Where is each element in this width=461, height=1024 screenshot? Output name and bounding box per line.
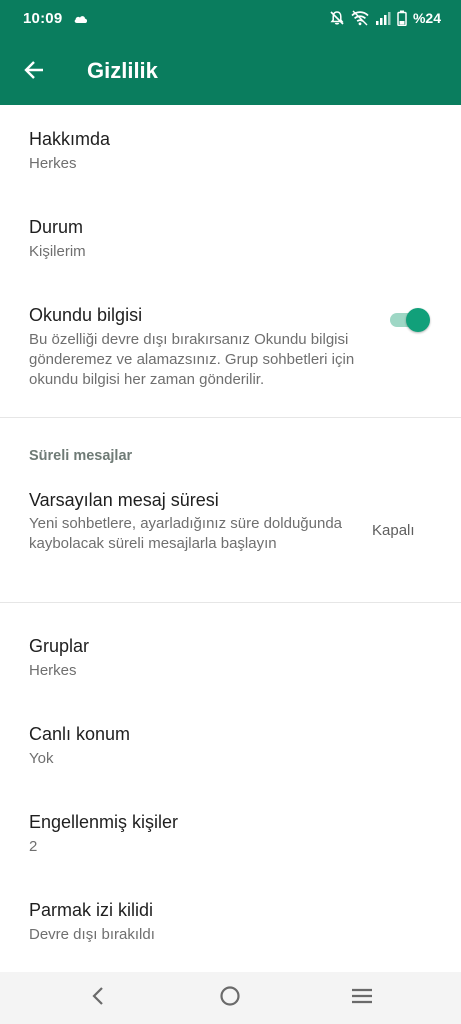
setting-read-receipts[interactable]: Okundu bilgisi Bu özelliği devre dışı bı… bbox=[0, 281, 461, 417]
setting-fingerprint-lock[interactable]: Parmak izi kilidi Devre dışı bırakıldı bbox=[0, 891, 461, 972]
setting-status[interactable]: Durum Kişilerim bbox=[0, 193, 461, 281]
setting-read-receipts-description: Bu özelliği devre dışı bırakırsanız Okun… bbox=[29, 331, 355, 388]
signal-icon bbox=[375, 10, 391, 26]
divider bbox=[0, 417, 461, 418]
setting-groups-title: Gruplar bbox=[29, 636, 90, 656]
setting-live-location-value: Yok bbox=[29, 750, 54, 767]
status-icons: %24 bbox=[329, 8, 441, 28]
cloud-icon bbox=[73, 10, 89, 26]
toolbar: Gizlilik bbox=[0, 38, 461, 105]
back-nav-icon bbox=[90, 986, 106, 1011]
setting-default-timer-title: Varsayılan mesaj süresi bbox=[29, 490, 219, 510]
nav-home-button[interactable] bbox=[216, 984, 244, 1012]
section-header-disappearing: Süreli mesajlar bbox=[29, 448, 133, 464]
back-button[interactable] bbox=[14, 52, 54, 92]
setting-groups-value: Herkes bbox=[29, 662, 77, 679]
setting-fingerprint-lock-title: Parmak izi kilidi bbox=[29, 900, 154, 920]
settings-list: Hakkımda Herkes Durum Kişilerim Okundu b… bbox=[0, 105, 461, 972]
read-receipts-toggle[interactable] bbox=[388, 306, 430, 334]
app-header: 10:09 %24 Gizlilik bbox=[0, 0, 461, 105]
status-bar: 10:09 %24 bbox=[0, 0, 461, 38]
setting-about-value: Herkes bbox=[29, 155, 77, 172]
nav-menu-button[interactable] bbox=[348, 984, 376, 1012]
setting-default-timer[interactable]: Varsayılan mesaj süresi Yeni sohbetlere,… bbox=[0, 475, 461, 602]
setting-about[interactable]: Hakkımda Herkes bbox=[0, 105, 461, 193]
setting-groups[interactable]: Gruplar Herkes bbox=[0, 627, 461, 715]
setting-status-value: Kişilerim bbox=[29, 243, 86, 260]
battery-icon bbox=[397, 10, 407, 26]
setting-about-title: Hakkımda bbox=[29, 129, 111, 149]
toggle-thumb bbox=[406, 308, 430, 332]
page-title: Gizlilik bbox=[87, 58, 158, 83]
wifi-icon bbox=[351, 10, 369, 26]
setting-blocked-contacts[interactable]: Engellenmiş kişiler 2 bbox=[0, 803, 461, 891]
setting-live-location[interactable]: Canlı konum Yok bbox=[0, 715, 461, 803]
system-nav-bar bbox=[0, 972, 461, 1024]
notifications-off-icon bbox=[329, 10, 345, 26]
setting-status-title: Durum bbox=[29, 217, 84, 237]
battery-percent: %24 bbox=[412, 10, 441, 26]
setting-fingerprint-lock-value: Devre dışı bırakıldı bbox=[29, 926, 155, 943]
menu-nav-icon bbox=[351, 987, 373, 1010]
status-time: 10:09 bbox=[23, 10, 63, 27]
setting-blocked-contacts-value: 2 bbox=[29, 838, 38, 855]
nav-back-button[interactable] bbox=[84, 984, 112, 1012]
setting-live-location-title: Canlı konum bbox=[29, 724, 131, 744]
setting-read-receipts-title: Okundu bilgisi bbox=[29, 305, 143, 325]
setting-default-timer-description: Yeni sohbetlere, ayarladığınız süre dold… bbox=[29, 515, 343, 552]
arrow-left-icon bbox=[23, 59, 45, 86]
setting-blocked-contacts-title: Engellenmiş kişiler bbox=[29, 812, 179, 832]
divider bbox=[0, 602, 461, 603]
setting-default-timer-value: Kapalı bbox=[372, 522, 415, 539]
home-nav-icon bbox=[219, 985, 241, 1012]
